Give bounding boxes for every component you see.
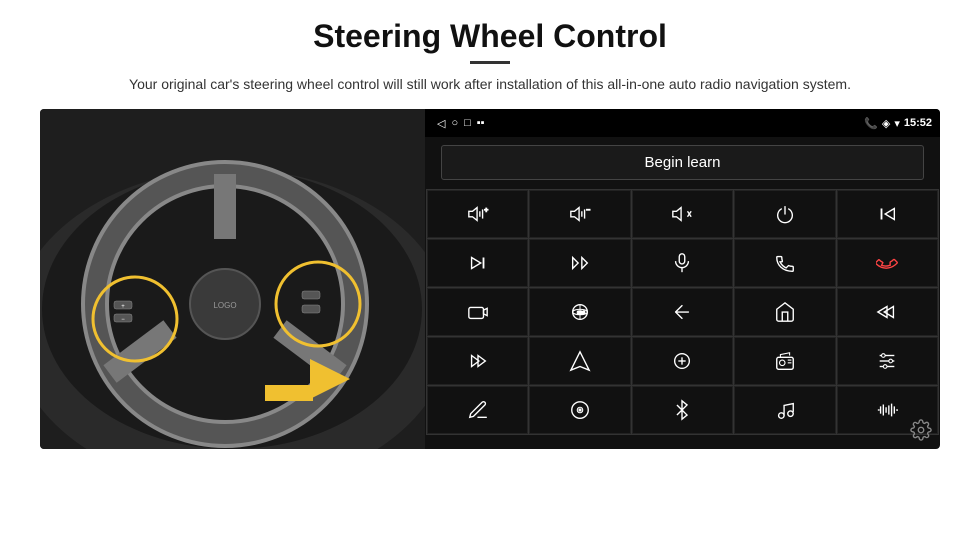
statusbar-left: ◁ ○ □ ▪▪	[437, 117, 485, 130]
android-panel: ◁ ○ □ ▪▪ 📞 ◈ ▾ 15:52	[425, 109, 940, 449]
svg-text:+: +	[484, 207, 488, 214]
home-nav-icon[interactable]: ○	[451, 117, 458, 129]
svg-text:360: 360	[577, 310, 585, 315]
status-time: 15:52	[904, 117, 932, 129]
navigate-button[interactable]	[529, 337, 630, 385]
title-divider	[470, 61, 510, 64]
music-button[interactable]	[734, 386, 835, 434]
page-title: Steering Wheel Control	[40, 18, 940, 55]
signal-icon: ▪▪	[477, 117, 485, 129]
content-row: LOGO + −	[40, 109, 940, 449]
back-button[interactable]	[632, 288, 733, 336]
skip-next-button[interactable]	[427, 239, 528, 287]
360-button[interactable]: 360	[529, 288, 630, 336]
back-nav-icon[interactable]: ◁	[437, 117, 445, 130]
svg-text:−: −	[587, 207, 591, 214]
wifi-status-icon: ▾	[894, 117, 900, 130]
svg-text:+: +	[121, 304, 125, 310]
prev-track-button[interactable]	[837, 190, 938, 238]
begin-learn-bar: Begin learn	[425, 137, 940, 188]
car-cam-button[interactable]	[427, 288, 528, 336]
subtitle: Your original car's steering wheel contr…	[100, 74, 880, 95]
radio-button[interactable]	[734, 337, 835, 385]
shuffle-button[interactable]	[529, 239, 630, 287]
statusbar: ◁ ○ □ ▪▪ 📞 ◈ ▾ 15:52	[425, 109, 940, 137]
title-section: Steering Wheel Control Your original car…	[40, 18, 940, 109]
begin-learn-button[interactable]: Begin learn	[441, 145, 924, 180]
power-button[interactable]	[734, 190, 835, 238]
vol-down-button[interactable]: −	[529, 190, 630, 238]
sliders-button[interactable]	[837, 337, 938, 385]
settings-button[interactable]	[908, 417, 934, 443]
hang-up-button[interactable]	[837, 239, 938, 287]
bluetooth-button[interactable]	[632, 386, 733, 434]
icons-grid-wrapper: + −	[425, 188, 940, 436]
location-status-icon: ◈	[882, 117, 890, 130]
vol-up-button[interactable]: +	[427, 190, 528, 238]
recent-nav-icon[interactable]: □	[464, 117, 471, 129]
icons-grid: + −	[426, 189, 939, 435]
mute-button[interactable]	[632, 190, 733, 238]
fast-forward-button[interactable]	[427, 337, 528, 385]
eq-button[interactable]	[632, 337, 733, 385]
edit-button[interactable]	[427, 386, 528, 434]
photo-panel: LOGO + −	[40, 109, 425, 449]
cd-button[interactable]	[529, 386, 630, 434]
mic-button[interactable]	[632, 239, 733, 287]
svg-text:LOGO: LOGO	[213, 301, 236, 310]
phone-status-icon: 📞	[864, 117, 878, 130]
skip-back-button[interactable]	[837, 288, 938, 336]
svg-text:−: −	[121, 317, 125, 323]
phone-button[interactable]	[734, 239, 835, 287]
statusbar-right: 📞 ◈ ▾ 15:52	[864, 117, 932, 130]
page-container: Steering Wheel Control Your original car…	[0, 0, 980, 544]
home-button[interactable]	[734, 288, 835, 336]
